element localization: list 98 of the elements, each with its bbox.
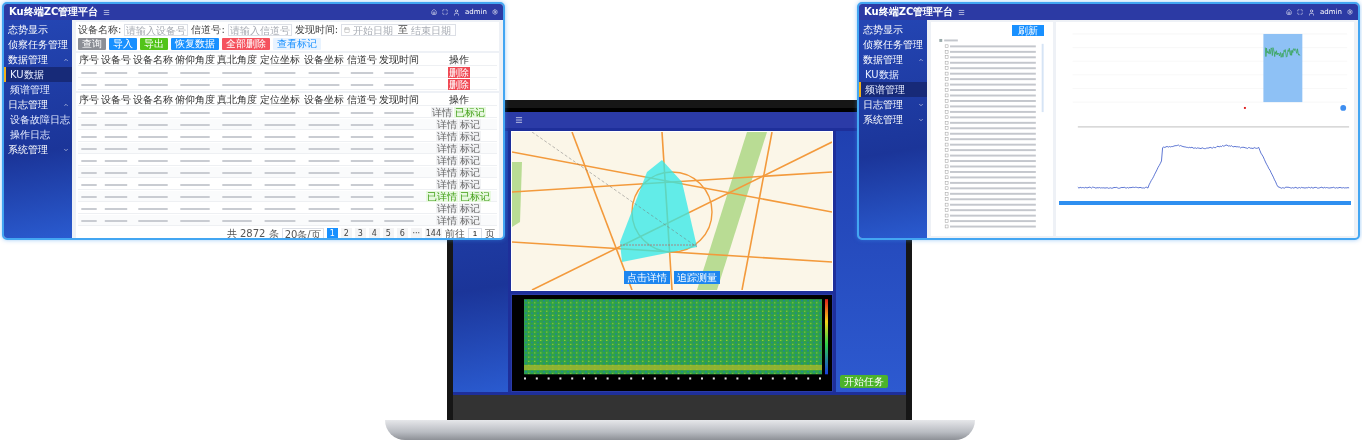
action-button[interactable]: 详情 [436,203,458,214]
filter-label: 设备名称: [78,23,122,37]
sidebar-subitem[interactable]: 操作日志 [4,127,72,142]
page-button[interactable]: 4 [368,228,380,238]
column-header[interactable]: 序号 [78,54,100,65]
settings-icon[interactable] [492,9,498,15]
column-header[interactable]: 发现时间 [378,54,420,65]
action-button[interactable]: 详情 [436,119,458,130]
chevron-icon [63,56,69,63]
app-title: Ku终端ZC管理平台 [864,6,954,18]
column-header[interactable]: 操作 [420,94,497,105]
input-field[interactable]: 请输入设备号 [124,24,189,36]
action-button[interactable]: 标记 [459,143,481,154]
action-button[interactable]: 详情 [436,155,458,166]
page-button[interactable]: 5 [382,228,394,238]
action-button[interactable]: 标记 [459,155,481,166]
action-button[interactable]: 标记 [459,119,481,130]
menu-icon[interactable] [958,8,966,16]
column-header[interactable]: 信道号 [346,94,378,105]
end-date-input[interactable]: 结束日期 [411,25,454,35]
goto-label: 前往 [445,226,465,238]
sidebar-subitem[interactable]: KU数据 [859,67,927,82]
map-button[interactable]: 点击详情 [624,271,670,284]
column-header[interactable]: 序号 [78,94,100,105]
avatar-icon[interactable] [1308,8,1316,16]
fullscreen-icon[interactable] [1297,9,1304,15]
action-button[interactable]: 详情 [431,107,453,118]
sidebar-item[interactable]: 态势显示 [859,22,927,37]
page-suffix: 页 [485,226,495,238]
sidebar-subitem[interactable]: KU数据 [4,67,72,82]
column-header[interactable]: 真北角度 [216,94,258,105]
input-field[interactable]: 请输入信道号 [227,24,292,36]
action-button[interactable]: 详情 [436,179,458,190]
column-header[interactable]: 俯仰角度 [174,94,216,105]
action-button[interactable]: 标记 [459,131,481,142]
settings-icon[interactable] [1347,9,1353,15]
sidebar-item[interactable]: 日志管理 [859,97,927,112]
sidebar-item[interactable]: 数据管理 [4,52,72,67]
action-button[interactable]: 详情 [436,143,458,154]
column-header[interactable]: 俯仰角度 [174,54,216,65]
page-input[interactable]: 1 [468,227,482,238]
sidebar-subitem[interactable]: 频谱管理 [859,82,927,97]
column-header[interactable]: 真北角度 [216,54,258,65]
date-range-field[interactable]: 开始日期 至 结束日期 [341,24,457,36]
home-icon[interactable] [1286,9,1293,15]
delete-button[interactable]: 删除 [447,79,470,90]
action-button[interactable]: 标记 [459,179,481,190]
app-title: Ku终端ZC管理平台 [9,6,99,18]
sidebar-item[interactable]: 侦察任务管理 [4,37,72,52]
scroll-bar[interactable] [1059,201,1351,205]
page-button[interactable]: ··· [410,228,422,238]
sidebar-item[interactable]: 日志管理 [4,97,72,112]
action-button[interactable]: 标记 [459,203,481,214]
sidebar-item[interactable]: 数据管理 [859,52,927,67]
action-button[interactable]: 详情 [436,215,458,226]
home-icon[interactable] [431,9,438,15]
action-button[interactable]: 标记 [459,215,481,226]
column-header[interactable]: 信道号 [346,54,378,65]
column-header[interactable]: 设备名称 [132,94,174,105]
page-button[interactable]: 3 [354,228,366,238]
chevron-icon [918,116,924,123]
delete-button[interactable]: 删除 [447,67,470,78]
menu-icon[interactable] [515,116,523,124]
filter-label: 信道号: [191,23,225,37]
chevron-icon [63,146,69,153]
column-header[interactable]: 定位坐标 [258,94,302,105]
calendar-icon [344,27,351,33]
sidebar-item[interactable]: 侦察任务管理 [859,37,927,52]
start-date-input[interactable]: 开始日期 [353,25,396,35]
sidebar-item[interactable]: 系统管理 [4,142,72,157]
column-header[interactable]: 设备坐标 [302,54,346,65]
map-button[interactable]: 追踪测量 [674,271,720,284]
column-header[interactable]: 设备名称 [132,54,174,65]
page-button[interactable]: 2 [340,228,352,238]
column-header[interactable]: 设备号 [100,54,132,65]
column-header[interactable]: 设备坐标 [302,94,346,105]
action-button[interactable]: 标记 [459,167,481,178]
action-button[interactable]: 详情 [436,167,458,178]
sidebar-subitem[interactable]: 频谱管理 [4,82,72,97]
sidebar-item[interactable]: 态势显示 [4,22,72,37]
total-count: 共 2872 条 [226,226,279,238]
range-separator: 至 [398,23,409,37]
sidebar-item[interactable]: 系统管理 [859,112,927,127]
action-button[interactable]: 详情 [436,131,458,142]
chevron-icon [918,101,924,108]
menu-icon[interactable] [103,8,111,16]
avatar-icon[interactable] [453,8,461,16]
column-header[interactable]: 定位坐标 [258,54,302,65]
fullscreen-icon[interactable] [442,9,449,15]
page-button[interactable]: 6 [396,228,408,238]
column-header[interactable]: 操作 [420,54,497,65]
column-header[interactable]: 发现时间 [378,94,420,105]
page-button[interactable]: 144 [424,228,442,238]
chevron-icon [918,56,924,63]
chevron-icon [63,101,69,108]
filter-label: 发现时间: [294,23,339,37]
column-header[interactable]: 设备号 [100,94,132,105]
sidebar-subitem[interactable]: 设备故障日志 [4,112,72,127]
